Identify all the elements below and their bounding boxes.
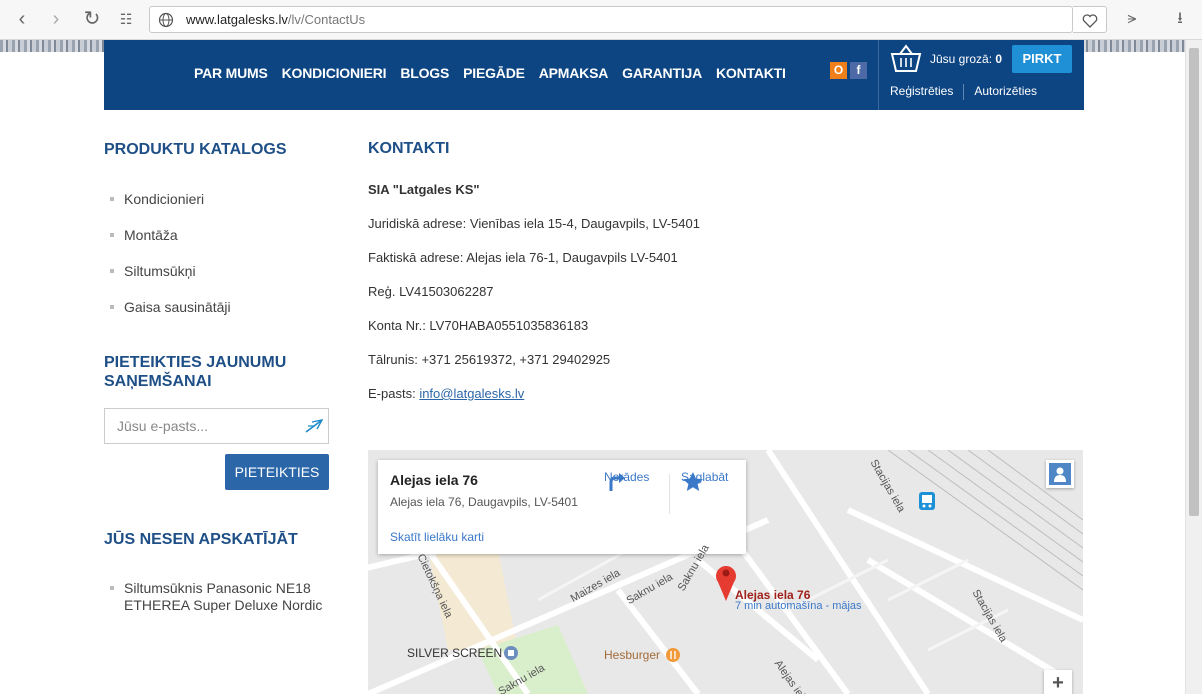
catalog-list: Kondicionieri Montāža Siltumsūkņi Gaisa …	[110, 191, 231, 335]
save-place-button[interactable]: Saglabāt	[681, 470, 728, 491]
reload-icon[interactable]: ↻	[80, 8, 104, 32]
email-link[interactable]: info@latgalesks.lv	[419, 386, 524, 401]
buy-button[interactable]: PIRKT	[1012, 45, 1072, 73]
pin-travel-time: 7 min automašīna - mājas	[735, 600, 862, 612]
place-silver-screen: SILVER SCREEN	[407, 646, 503, 660]
map-card-name: Alejas iela 76	[390, 472, 478, 488]
bank-account: Konta Nr.: LV70HABA0551035836183	[368, 318, 589, 333]
nav-apmaksa[interactable]: APMAKSA	[539, 65, 609, 81]
zoom-in-button[interactable]: +	[1044, 670, 1072, 694]
download-icon[interactable]: ⭳	[1168, 8, 1192, 32]
page-scrollbar[interactable]	[1185, 40, 1202, 694]
social-links: О f	[830, 62, 867, 79]
cinema-icon	[504, 646, 518, 660]
street-view-pegman-icon[interactable]	[1046, 460, 1074, 488]
legal-address: Juridiskā adrese: Vienības iela 15-4, Da…	[368, 216, 700, 231]
auth-links: Reģistrēties Autorizēties	[890, 84, 1037, 100]
odnoklassniki-icon[interactable]: О	[830, 62, 847, 79]
recent-title: JŪS NESEN APSKATĪJĀT	[104, 531, 298, 548]
larger-map-link[interactable]: Skatīt lielāku karti	[390, 530, 484, 544]
nav-par-mums[interactable]: PAR MUMS	[194, 65, 268, 81]
scrollbar-thumb[interactable]	[1189, 48, 1199, 516]
browser-toolbar: ‹ › ↻ ☷ www.latgalesks.lv/lv/ContactUs ⪫…	[0, 0, 1202, 40]
bus-stop-icon	[919, 492, 935, 510]
place-hesburger: Hesburger	[604, 648, 661, 662]
email-label: E-pasts:	[368, 386, 416, 401]
extension-icon[interactable]: ⪫	[1120, 8, 1144, 32]
directions-icon	[609, 473, 625, 491]
newsletter-title-line-2: SAŅEMŠANAI	[104, 373, 212, 390]
card-divider	[669, 474, 670, 514]
page-title: KONTAKTI	[368, 140, 450, 157]
phone-numbers: Tālrunis: +371 25619372, +371 29402925	[368, 352, 611, 367]
star-icon	[683, 472, 703, 491]
company-name: SIA "Latgales KS"	[368, 182, 480, 197]
nav-kondicionieri[interactable]: KONDICIONIERI	[282, 65, 387, 81]
register-link[interactable]: Reģistrēties	[890, 84, 953, 100]
google-map[interactable]: Alejas iela 76 Alejas iela 76, Daugavpil…	[368, 450, 1083, 694]
facebook-icon[interactable]: f	[850, 62, 867, 79]
actual-address: Faktiskā adrese: Alejas iela 76-1, Dauga…	[368, 250, 678, 265]
newsletter-title: PIETEIKTIES JAUNUMU SAŅEMŠANAI	[104, 353, 286, 391]
restaurant-icon	[666, 648, 680, 662]
main-nav: PAR MUMS KONDICIONIERI BLOGS PIEGĀDE APM…	[194, 65, 786, 81]
login-link[interactable]: Autorizēties	[974, 84, 1037, 100]
site-header: PAR MUMS KONDICIONIERI BLOGS PIEGĀDE APM…	[104, 40, 1084, 110]
basket-icon[interactable]	[890, 44, 922, 74]
directions-button[interactable]: Norādes	[604, 470, 649, 491]
nav-garantija[interactable]: GARANTIJA	[622, 65, 702, 81]
header-divider	[878, 40, 879, 110]
nav-piegade[interactable]: PIEGĀDE	[463, 65, 525, 81]
cart-count: 0	[995, 52, 1003, 66]
forward-icon[interactable]: ›	[44, 8, 68, 32]
catalog-item-siltumsukni[interactable]: Siltumsūkņi	[110, 263, 231, 299]
cart-summary: Jūsu grozā: 0	[930, 52, 1003, 66]
send-icon[interactable]	[304, 418, 324, 434]
nav-blogs[interactable]: BLOGS	[400, 65, 449, 81]
apps-grid-icon[interactable]: ☷	[114, 8, 138, 32]
recent-item[interactable]: Siltumsūknis Panasonic NE18 ETHEREA Supe…	[110, 580, 322, 614]
catalog-item-kondicionieri[interactable]: Kondicionieri	[110, 191, 231, 227]
catalog-item-gaisa-sausinataji[interactable]: Gaisa sausinātāji	[110, 299, 231, 335]
registration-number: Reģ. LV41503062287	[368, 284, 494, 299]
catalog-item-montaza[interactable]: Montāža	[110, 227, 231, 263]
recent-item-line-2: ETHEREA Super Deluxe Nordic	[124, 597, 323, 613]
url-text: www.latgalesks.lv/lv/ContactUs	[186, 12, 366, 27]
address-bar[interactable]: www.latgalesks.lv/lv/ContactUs	[149, 6, 1073, 33]
recent-item-line-1: Siltumsūknis Panasonic NE18	[124, 580, 311, 596]
newsletter-email-input[interactable]: Jūsu e-pasts...	[104, 408, 329, 444]
newsletter-title-line-1: PIETEIKTIES JAUNUMU	[104, 354, 287, 371]
map-place-card: Alejas iela 76 Alejas iela 76, Daugavpil…	[378, 460, 746, 554]
subscribe-button[interactable]: PIETEIKTIES	[225, 454, 329, 490]
email-line: E-pasts: info@latgalesks.lv	[368, 386, 524, 401]
auth-separator	[963, 84, 965, 100]
bookmark-heart-icon[interactable]	[1073, 6, 1107, 33]
map-card-address: Alejas iela 76, Daugavpils, LV-5401	[390, 495, 578, 509]
globe-icon	[158, 12, 174, 28]
nav-kontakti[interactable]: KONTAKTI	[716, 65, 786, 81]
back-icon[interactable]: ‹	[10, 8, 34, 32]
catalog-title: PRODUKTU KATALOGS	[104, 141, 287, 158]
